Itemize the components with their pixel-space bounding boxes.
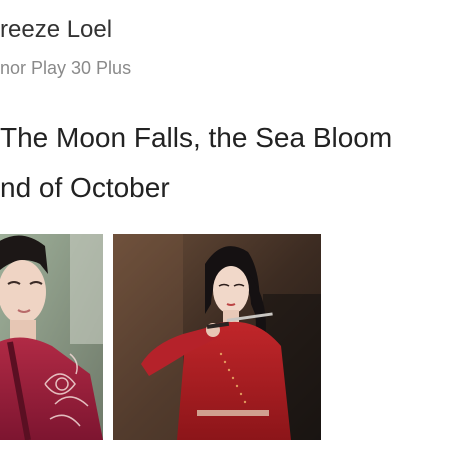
photo-woman-red-dress[interactable] bbox=[113, 234, 321, 440]
author-device-subtitle: nor Play 30 Plus bbox=[0, 58, 132, 78]
post-text-line-2: nd of October bbox=[0, 172, 170, 203]
author-name[interactable]: reeze Loel bbox=[0, 14, 112, 46]
photo-man-red-robe[interactable] bbox=[0, 234, 103, 440]
post-text-line-1: The Moon Falls, the Sea Bloom bbox=[0, 122, 393, 153]
weibo-post: reeze Loel nor Play 30 Plus The Moon Fal… bbox=[0, 0, 450, 450]
